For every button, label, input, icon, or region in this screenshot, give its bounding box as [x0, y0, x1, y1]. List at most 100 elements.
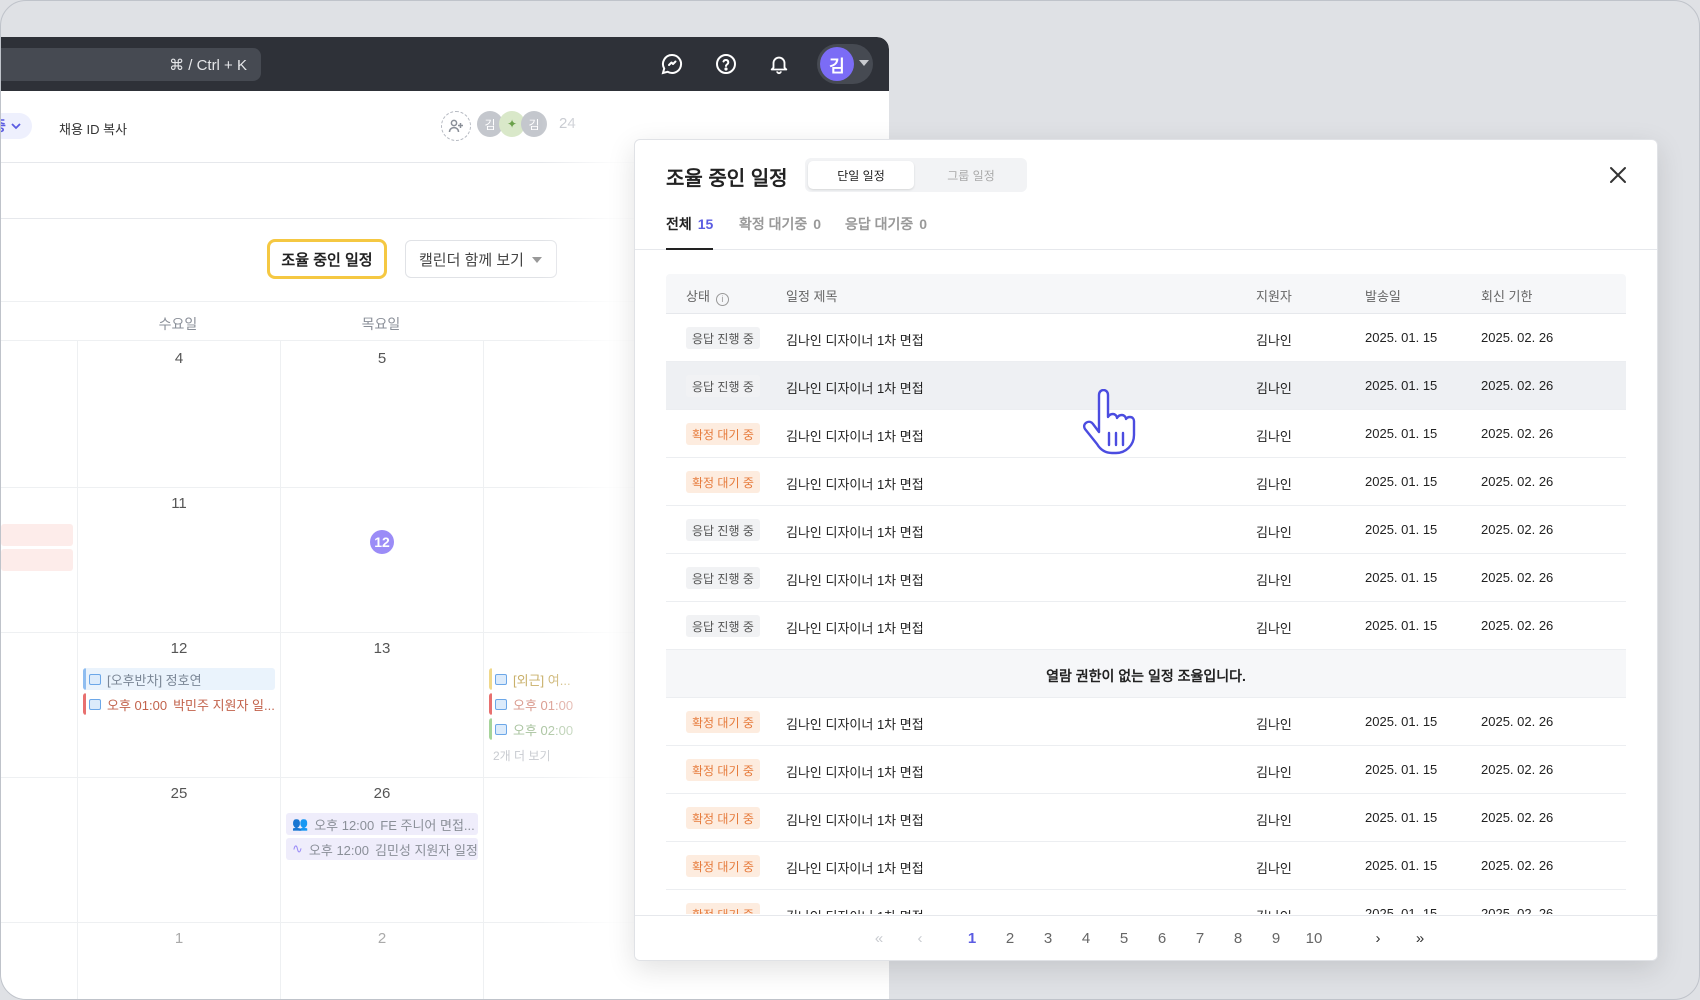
bell-icon[interactable] — [765, 50, 793, 78]
restricted-notice-row: 열람 권한이 없는 일정 조율입니다. — [666, 650, 1626, 698]
table-row[interactable]: 확정 대기 중 김나인 디자이너 1차 면접 김나인 2025. 01. 15 2025… — [666, 890, 1626, 914]
event-ghost — [1, 549, 73, 571]
calendar-event[interactable]: 오후 01:00 — [489, 693, 589, 715]
tab-awaiting-confirmation[interactable]: 확정 대기중 0 — [739, 214, 821, 250]
table-row[interactable]: 확정 대기 중 김나인 디자이너 1차 면접 김나인 2025. 01. 15 2025… — [666, 410, 1626, 458]
table-row[interactable]: 확정 대기 중 김나인 디자이너 1차 면접 김나인 2025. 01. 15 2025… — [666, 458, 1626, 506]
due-date: 2025. 02. 26 — [1481, 378, 1554, 393]
day-number[interactable]: 26 — [362, 785, 402, 802]
table-row[interactable]: 확정 대기 중 김나인 디자이너 1차 면접 김나인 2025. 01. 15 2025… — [666, 698, 1626, 746]
tab-awaiting-response[interactable]: 응답 대기중 0 — [845, 214, 927, 250]
applicant-name: 김나인 — [1256, 477, 1292, 492]
weekday-label: 수요일 — [158, 316, 198, 332]
event-color-bar — [489, 668, 492, 690]
calendar-event[interactable]: ∿ 오후 12:00 김민성 지원자 일정 — [286, 838, 478, 860]
modal-title: 조율 중인 일정 — [666, 168, 788, 190]
sent-date: 2025. 01. 15 — [1365, 474, 1438, 489]
table-row[interactable]: 응답 진행 중 김나인 디자이너 1차 면접 김나인 2025. 01. 15 2025… — [666, 314, 1626, 362]
chat-icon[interactable] — [658, 50, 686, 78]
applicant-name: 김나인 — [1256, 381, 1292, 396]
table-row[interactable]: 확정 대기 중 김나인 디자이너 1차 면접 김나인 2025. 01. 15 2025… — [666, 842, 1626, 890]
day-number[interactable]: 11 — [159, 495, 199, 512]
grid-line — [483, 341, 484, 999]
page-number-button[interactable]: 5 — [1109, 930, 1139, 947]
applicant-name: 김나인 — [1256, 861, 1292, 876]
schedule-title: 김나인 디자이너 1차 면접 — [786, 333, 924, 348]
more-events-link[interactable]: 2개 더 보기 — [493, 747, 551, 764]
page-number-button[interactable]: 10 — [1299, 930, 1329, 947]
tab-count: 0 — [813, 216, 822, 232]
calendar-event[interactable]: 오후 02:00 — [489, 718, 589, 740]
screen: ⌘ / Ctrl + K 김 중 채용 ID 복사 — [0, 0, 1700, 1000]
chevron-down-icon — [859, 60, 869, 66]
day-number[interactable]: 13 — [362, 640, 402, 657]
page-number-button[interactable]: 1 — [957, 930, 987, 947]
table-row[interactable]: 응답 진행 중 김나인 디자이너 1차 면접 김나인 2025. 01. 15 2025… — [666, 506, 1626, 554]
page-number-button[interactable]: 6 — [1147, 930, 1177, 947]
day-number[interactable]: 4 — [159, 350, 199, 367]
applicant-name: 김나인 — [1256, 717, 1292, 732]
event-time: 오후 02:00 — [513, 722, 574, 738]
due-date: 2025. 02. 26 — [1481, 762, 1554, 777]
page-number-button[interactable]: 4 — [1071, 930, 1101, 947]
help-icon[interactable] — [712, 50, 740, 78]
day-number[interactable]: 5 — [362, 350, 402, 367]
applicant-name: 김나인 — [1256, 906, 1292, 914]
prev-page-button[interactable]: ‹ — [905, 930, 935, 947]
add-user-icon[interactable] — [441, 111, 471, 141]
sent-date: 2025. 01. 15 — [1365, 426, 1438, 441]
table-row[interactable]: 확정 대기 중 김나인 디자이너 1차 면접 김나인 2025. 01. 15 2025… — [666, 794, 1626, 842]
page-number-button[interactable]: 8 — [1223, 930, 1253, 947]
day-number[interactable]: 2 — [362, 930, 402, 947]
pagination: « ‹ 1 2 3 4 5 6 7 8 9 10 › » — [635, 915, 1657, 960]
column-header-sent: 발송일 — [1365, 289, 1401, 304]
calendar-event[interactable]: [오후반차] 정호연 — [83, 668, 275, 690]
pending-schedules-button[interactable]: 조율 중인 일정 — [267, 239, 387, 279]
calendar-overlay-select[interactable]: 캘린더 함께 보기 — [405, 240, 557, 278]
info-icon[interactable]: i — [715, 292, 729, 306]
page-number-button[interactable]: 2 — [995, 930, 1025, 947]
column-header-status[interactable]: 상태 i — [686, 286, 729, 306]
last-page-button[interactable]: » — [1405, 930, 1435, 947]
calendar-event[interactable]: 👥 오후 12:00 FE 주니어 면접... — [286, 813, 478, 835]
applicant-name: 김나인 — [1256, 573, 1292, 588]
next-page-button[interactable]: › — [1363, 930, 1393, 947]
status-badge: 확정 대기 중 — [686, 903, 760, 914]
sent-date: 2025. 01. 15 — [1365, 618, 1438, 633]
schedule-title: 김나인 디자이너 1차 면접 — [786, 813, 924, 828]
command-search[interactable]: ⌘ / Ctrl + K — [1, 48, 261, 81]
status-badge: 응답 진행 중 — [686, 567, 760, 589]
job-status-label: 중 — [1, 116, 6, 136]
page-number-button[interactable]: 9 — [1261, 930, 1291, 947]
first-page-button[interactable]: « — [864, 930, 894, 947]
status-badge: 응답 진행 중 — [686, 519, 760, 541]
schedule-title: 김나인 디자이너 1차 면접 — [786, 381, 924, 396]
table-row[interactable]: 응답 진행 중 김나인 디자이너 1차 면접 김나인 2025. 01. 15 2025… — [666, 362, 1626, 410]
close-icon[interactable] — [1603, 160, 1633, 190]
page-number-button[interactable]: 7 — [1185, 930, 1215, 947]
tab-label: 확정 대기중 — [739, 216, 808, 232]
top-bar: ⌘ / Ctrl + K 김 — [1, 37, 889, 91]
day-number[interactable]: 25 — [159, 785, 199, 802]
day-number[interactable]: 12 — [159, 640, 199, 657]
schedule-title: 김나인 디자이너 1차 면접 — [786, 477, 924, 492]
single-schedule-tab[interactable]: 단일 일정 — [808, 161, 914, 189]
calendar-event[interactable]: 오후 01:00 박민주 지원자 일... — [83, 693, 275, 715]
schedule-title: 김나인 디자이너 1차 면접 — [786, 525, 924, 540]
user-menu[interactable]: 김 — [817, 44, 873, 84]
calendar-event[interactable]: [외근] 여... — [489, 668, 589, 690]
pending-schedules-modal: 조율 중인 일정 단일 일정 그룹 일정 전체 15 확정 대기중 0 응답 대기중… — [634, 139, 1658, 961]
tab-all[interactable]: 전체 15 — [666, 214, 714, 250]
job-status-dropdown[interactable]: 중 — [1, 113, 32, 139]
day-number[interactable]: 1 — [159, 930, 199, 947]
group-schedule-tab[interactable]: 그룹 일정 — [918, 161, 1024, 189]
table-row[interactable]: 확정 대기 중 김나인 디자이너 1차 면접 김나인 2025. 01. 15 2025… — [666, 746, 1626, 794]
calendar-icon — [495, 673, 507, 685]
today-marker[interactable]: 12 — [370, 530, 394, 554]
event-time: 오후 01:00 — [513, 697, 574, 713]
page-number-button[interactable]: 3 — [1033, 930, 1063, 947]
table-row[interactable]: 응답 진행 중 김나인 디자이너 1차 면접 김나인 2025. 01. 15 2025… — [666, 554, 1626, 602]
avatar: 김 — [820, 47, 854, 81]
copy-job-id-link[interactable]: 채용 ID 복사 — [59, 119, 127, 138]
table-row[interactable]: 응답 진행 중 김나인 디자이너 1차 면접 김나인 2025. 01. 15 2025… — [666, 602, 1626, 650]
